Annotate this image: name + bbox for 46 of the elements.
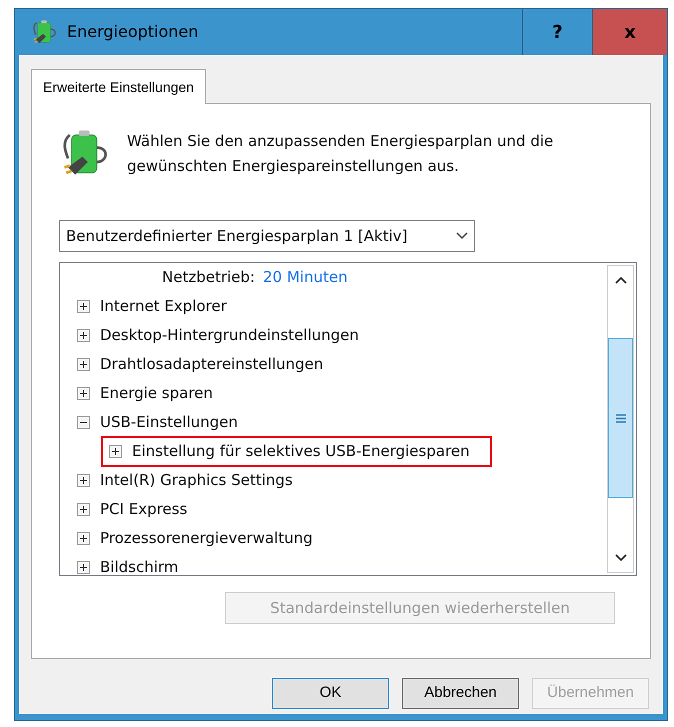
- dialog-button[interactable]: Abbrechen: [402, 678, 519, 709]
- tree-item[interactable]: PCI Express: [77, 494, 188, 525]
- collapse-icon[interactable]: [77, 416, 90, 429]
- scrollbar-thumb[interactable]: [608, 338, 633, 498]
- tree-label: Internet Explorer: [100, 296, 227, 318]
- expand-icon[interactable]: [77, 329, 90, 342]
- expand-icon[interactable]: [77, 387, 90, 400]
- expand-icon[interactable]: [77, 474, 90, 487]
- close-button[interactable]: x: [592, 9, 667, 55]
- tree-label: Desktop-Hintergrundeinstellungen: [100, 325, 359, 346]
- scroll-down-icon[interactable]: [614, 554, 626, 562]
- tree-label: Prozessorenergieverwaltung: [100, 528, 313, 550]
- dialog-button[interactable]: OK: [272, 678, 389, 709]
- expand-icon[interactable]: [77, 358, 90, 371]
- highlighted-tree-item[interactable]: Einstellung für selektives USB-Energiesparen: [101, 436, 492, 467]
- tree-label: Einstellung für selektives USB-Energiesparen: [132, 441, 470, 462]
- window-title: Energieoptionen: [67, 21, 198, 43]
- expand-icon[interactable]: [77, 503, 90, 516]
- scroll-up-icon[interactable]: [614, 276, 626, 284]
- expand-icon[interactable]: [109, 445, 122, 458]
- tree-item[interactable]: Prozessorenergieverwaltung: [77, 523, 313, 554]
- tree-label: Bildschirm: [100, 557, 178, 575]
- chevron-down-icon: [456, 232, 468, 240]
- tree-item[interactable]: Intel(R) Graphics Settings: [77, 465, 293, 496]
- setting-value[interactable]: 20 Minuten: [262, 266, 348, 289]
- tree-item[interactable]: USB-Einstellungen: [77, 407, 238, 438]
- grip-icon: [616, 414, 626, 422]
- tree-item[interactable]: Bildschirm: [77, 552, 178, 575]
- plan-dropdown[interactable]: Benutzerdefinierter Energiesparplan 1 [Aktiv]: [59, 220, 475, 252]
- setting-label: Netzbetrieb:: [162, 267, 255, 288]
- expand-icon[interactable]: [77, 300, 90, 313]
- tree-item[interactable]: Energie sparen: [77, 378, 213, 409]
- description: Wählen Sie den anzupassenden Energiesparplan und die gewünschten Energiespareinstellungen aus.: [127, 131, 554, 177]
- expand-icon[interactable]: [77, 561, 90, 574]
- tree-label: PCI Express: [100, 499, 188, 520]
- app-icon: [31, 18, 59, 46]
- tree-item[interactable]: Internet Explorer: [77, 291, 227, 322]
- tree-item[interactable]: Drahtlosadaptereinstellungen: [77, 349, 324, 380]
- expand-icon[interactable]: [77, 532, 90, 545]
- tree-label: Energie sparen: [100, 383, 213, 404]
- scrollbar[interactable]: [607, 265, 634, 573]
- tree-item[interactable]: Desktop-Hintergrundeinstellungen: [77, 320, 359, 351]
- tree-label: Intel(R) Graphics Settings: [100, 470, 293, 492]
- tab[interactable]: Erweiterte Einstellungen: [31, 69, 206, 104]
- tree-label: USB-Einstellungen: [100, 412, 238, 434]
- tree-label: Drahtlosadaptereinstellungen: [100, 354, 324, 376]
